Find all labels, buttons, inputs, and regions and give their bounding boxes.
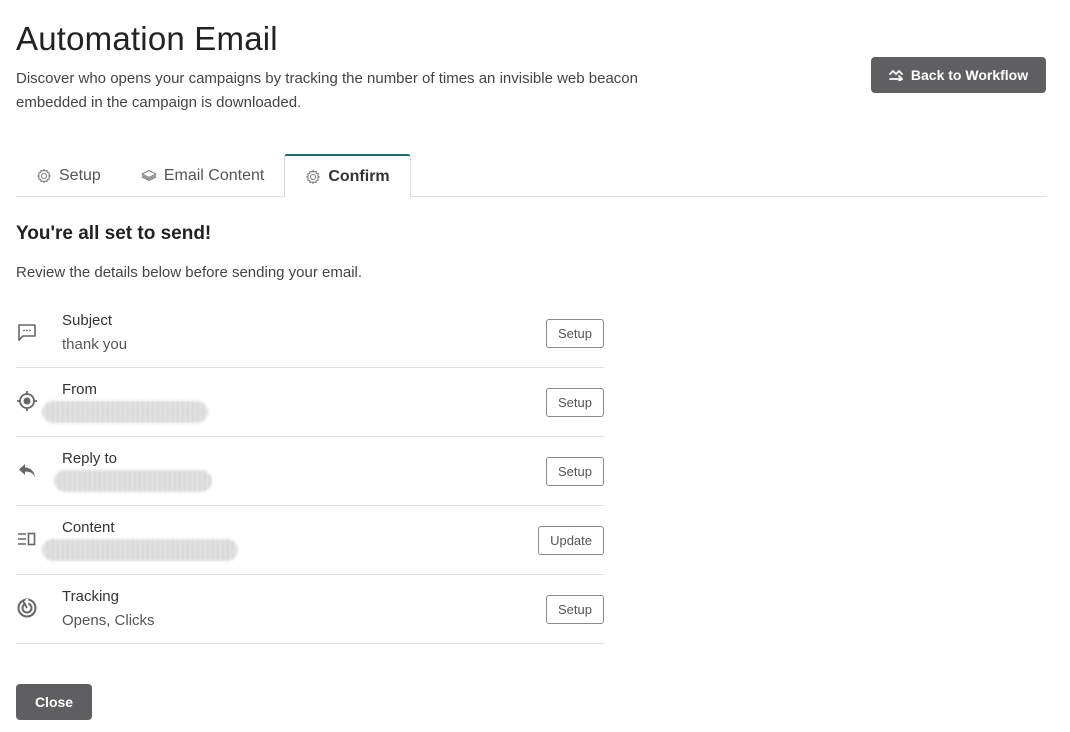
tab-setup-label: Setup — [59, 166, 101, 184]
tab-bar: Setup Email Content Confirm — [16, 154, 1046, 198]
workflow-icon — [888, 70, 903, 81]
content-update-button[interactable]: Update — [538, 526, 604, 555]
subject-label: Subject — [62, 312, 113, 329]
back-to-workflow-label: Back to Workflow — [910, 67, 1029, 83]
gear-icon — [306, 169, 321, 184]
target-icon — [17, 391, 37, 411]
from-setup-button[interactable]: Setup — [546, 388, 604, 417]
tab-confirm[interactable]: Confirm — [284, 154, 411, 198]
confirm-subtitle: Review the details below before sending … — [16, 264, 363, 281]
gear-icon — [36, 168, 52, 183]
reply-icon — [19, 464, 35, 477]
reply-to-setup-button[interactable]: Setup — [546, 457, 604, 486]
content-icon — [18, 532, 36, 546]
layers-icon — [140, 169, 157, 181]
tab-email-content-label: Email Content — [163, 166, 265, 184]
tracking-setup-button[interactable]: Setup — [546, 595, 604, 624]
page-description: Discover who opens your campaigns by tra… — [16, 70, 638, 111]
tracking-label: Tracking — [62, 588, 119, 605]
reply-to-value-redacted — [54, 470, 212, 492]
summary-row-tracking: Tracking Opens, Clicks Setup — [16, 575, 604, 644]
subject-setup-button[interactable]: Setup — [546, 319, 604, 348]
subject-value: thank you — [62, 336, 128, 353]
tab-confirm-label: Confirm — [328, 167, 390, 185]
summary-row-reply-to: Reply to Setup — [16, 437, 604, 506]
tracking-icon — [17, 598, 37, 618]
summary-row-content: Content Update — [16, 506, 604, 575]
reply-to-label: Reply to — [62, 450, 118, 467]
content-value-redacted — [42, 539, 238, 561]
message-icon — [18, 324, 36, 341]
tab-setup[interactable]: Setup — [16, 154, 121, 197]
content-label: Content — [62, 519, 115, 536]
back-to-workflow-button[interactable]: Back to Workflow — [871, 57, 1046, 93]
tab-email-content[interactable]: Email Content — [121, 154, 285, 197]
summary-list: Subject thank you Setup From Setup Reply… — [16, 299, 604, 644]
from-value-redacted — [42, 401, 208, 423]
from-label: From — [62, 381, 97, 398]
confirm-title: You're all set to send! — [16, 223, 212, 244]
summary-row-from: From Setup — [16, 368, 604, 437]
page-title: Automation Email — [16, 20, 278, 57]
summary-row-subject: Subject thank you Setup — [16, 299, 604, 368]
tracking-value: Opens, Clicks — [62, 612, 155, 629]
close-button[interactable]: Close — [16, 684, 92, 720]
